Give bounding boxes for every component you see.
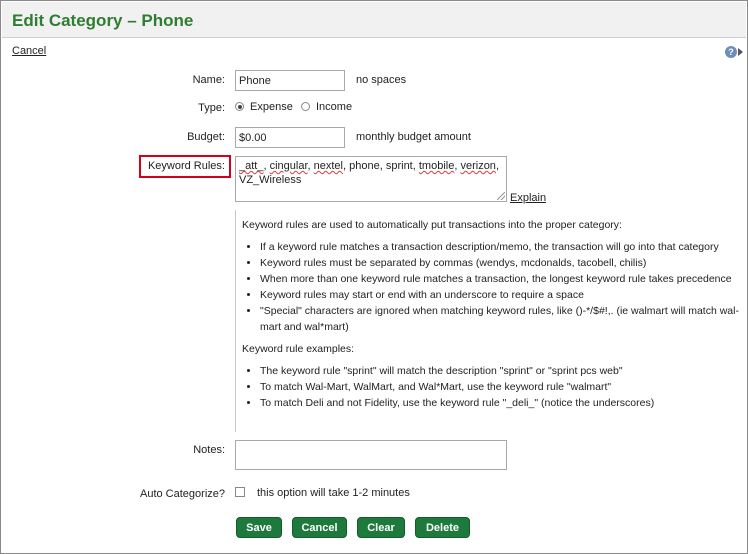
list-item: The keyword rule "sprint" will match the…	[260, 363, 742, 379]
list-item: If a keyword rule matches a transaction …	[260, 239, 742, 255]
examples-list: The keyword rule "sprint" will match the…	[242, 363, 742, 411]
name-input[interactable]	[235, 70, 345, 91]
keyword-rules-textarea[interactable]: _att_, cingular, nextel, phone, sprint, …	[235, 156, 507, 202]
examples-heading: Keyword rule examples:	[242, 343, 355, 355]
keyword-item: cingular	[269, 160, 308, 172]
cancel-link[interactable]: Cancel	[12, 45, 46, 57]
clear-button[interactable]: Clear	[357, 517, 405, 538]
name-label: Name:	[192, 74, 225, 86]
title-bar: Edit Category – Phone	[2, 2, 746, 38]
delete-button[interactable]: Delete	[415, 517, 470, 538]
keyword-rules-help: Keyword rules are used to automatically …	[242, 217, 742, 417]
info-intro: Keyword rules are used to automatically …	[242, 219, 622, 231]
explain-link[interactable]: Explain	[510, 192, 546, 204]
budget-label: Budget:	[187, 131, 225, 143]
keyword-item: tmobile	[418, 160, 455, 172]
dialog-window: Edit Category – Phone Cancel ? Name: no …	[0, 0, 748, 554]
type-income-radio[interactable]	[301, 102, 310, 111]
rules-list: If a keyword rule matches a transaction …	[242, 239, 742, 335]
name-hint: no spaces	[356, 74, 407, 86]
budget-hint: monthly budget amount	[356, 131, 471, 143]
keyword-item: phone	[349, 160, 380, 172]
type-expense-label: Expense	[250, 101, 293, 113]
save-button[interactable]: Save	[236, 517, 282, 538]
help-icon[interactable]: ?	[725, 46, 737, 58]
cancel-button[interactable]: Cancel	[292, 517, 347, 538]
keyword-item: VZ_Wireless	[239, 174, 302, 186]
list-item: To match Wal-Mart, WalMart, and Wal*Mart…	[260, 379, 742, 395]
keyword-item: nextel	[313, 160, 343, 172]
notes-label: Notes:	[193, 444, 225, 456]
keyword-item: verizon	[460, 160, 496, 172]
list-item: Keyword rules must be separated by comma…	[260, 255, 742, 271]
page-title: Edit Category – Phone	[12, 11, 194, 30]
resize-grip-icon[interactable]	[497, 192, 505, 200]
list-item: "Special" characters are ignored when ma…	[260, 303, 742, 335]
budget-input[interactable]	[235, 127, 345, 148]
type-label: Type:	[198, 102, 225, 114]
scroll-right-arrow-icon[interactable]	[738, 48, 743, 56]
notes-textarea[interactable]	[235, 440, 507, 470]
auto-categorize-label: Auto Categorize?	[140, 488, 225, 500]
info-divider	[235, 210, 236, 432]
keyword-item: _att_	[239, 160, 264, 172]
type-expense-radio[interactable]	[235, 102, 244, 111]
keyword-rules-label: Keyword Rules:	[147, 160, 225, 172]
type-income-label: Income	[316, 101, 353, 113]
auto-categorize-hint: this option will take 1-2 minutes	[257, 487, 410, 499]
keyword-item: sprint	[385, 160, 413, 172]
list-item: Keyword rules may start or end with an u…	[260, 287, 742, 303]
list-item: When more than one keyword rule matches …	[260, 271, 742, 287]
list-item: To match Deli and not Fidelity, use the …	[260, 395, 742, 411]
auto-categorize-checkbox[interactable]	[235, 487, 245, 497]
